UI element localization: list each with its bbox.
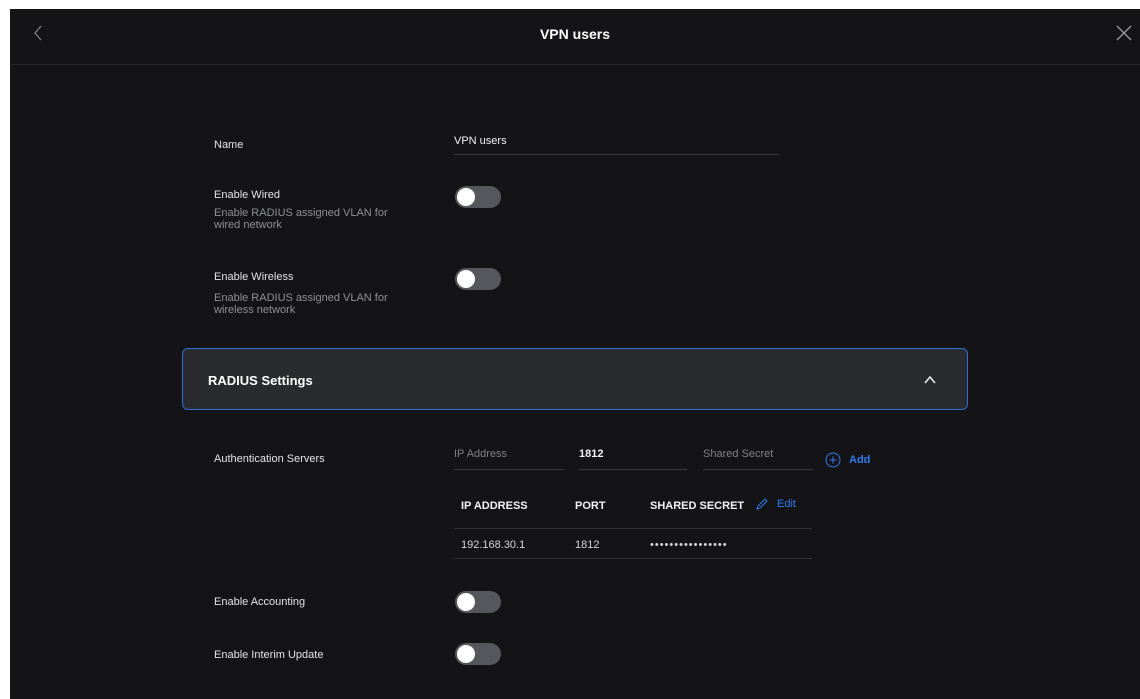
header-bar: VPN users (10, 9, 1140, 65)
enable-interim-update-label: Enable Interim Update (214, 649, 324, 661)
shared-secret-input[interactable]: Shared Secret (703, 446, 813, 470)
toggle-knob (457, 593, 475, 611)
toggle-knob (457, 645, 475, 663)
edit-secret-button[interactable]: Edit (755, 497, 796, 511)
ip-address-input[interactable]: IP Address (454, 446, 564, 470)
chevron-up-icon[interactable] (923, 373, 937, 387)
enable-wired-description: Enable RADIUS assigned VLAN for wired ne… (214, 207, 388, 231)
row-secret: •••••••••••••••• (650, 539, 728, 551)
close-button[interactable] (1114, 23, 1136, 45)
edit-label: Edit (777, 498, 796, 510)
row-port: 1812 (575, 539, 600, 551)
enable-accounting-toggle[interactable] (455, 591, 501, 613)
toggle-knob (457, 270, 475, 288)
radius-settings-panel[interactable]: RADIUS Settings (182, 348, 968, 410)
toggle-knob (457, 188, 475, 206)
vpn-users-dialog: VPN users Name VPN users Enable Wired En… (10, 9, 1140, 699)
radius-settings-title: RADIUS Settings (208, 373, 313, 388)
port-input[interactable]: 1812 (579, 446, 687, 470)
auth-servers-label: Authentication Servers (214, 453, 325, 465)
table-row-divider (454, 558, 812, 559)
name-input[interactable]: VPN users (454, 133, 779, 155)
column-header-ip: IP ADDRESS (461, 500, 528, 512)
row-ip: 192.168.30.1 (461, 539, 526, 551)
enable-wired-toggle[interactable] (455, 186, 501, 208)
enable-wired-label: Enable Wired (214, 189, 281, 201)
column-header-secret: SHARED SECRET (650, 500, 745, 512)
enable-wireless-description: Enable RADIUS assigned VLAN for wireless… (214, 292, 388, 316)
name-label: Name (214, 139, 244, 151)
enable-wireless-label: Enable Wireless (214, 271, 294, 283)
column-header-port: PORT (575, 500, 606, 512)
enable-accounting-label: Enable Accounting (214, 596, 306, 608)
page-title: VPN users (539, 26, 611, 42)
enable-wireless-toggle[interactable] (455, 268, 501, 290)
pencil-icon (756, 498, 768, 510)
add-server-button[interactable]: Add (825, 451, 870, 469)
add-circle-icon (825, 452, 841, 468)
add-label: Add (849, 454, 871, 466)
enable-interim-update-toggle[interactable] (455, 643, 501, 665)
close-icon (1116, 25, 1132, 41)
table-header-divider (454, 528, 812, 529)
